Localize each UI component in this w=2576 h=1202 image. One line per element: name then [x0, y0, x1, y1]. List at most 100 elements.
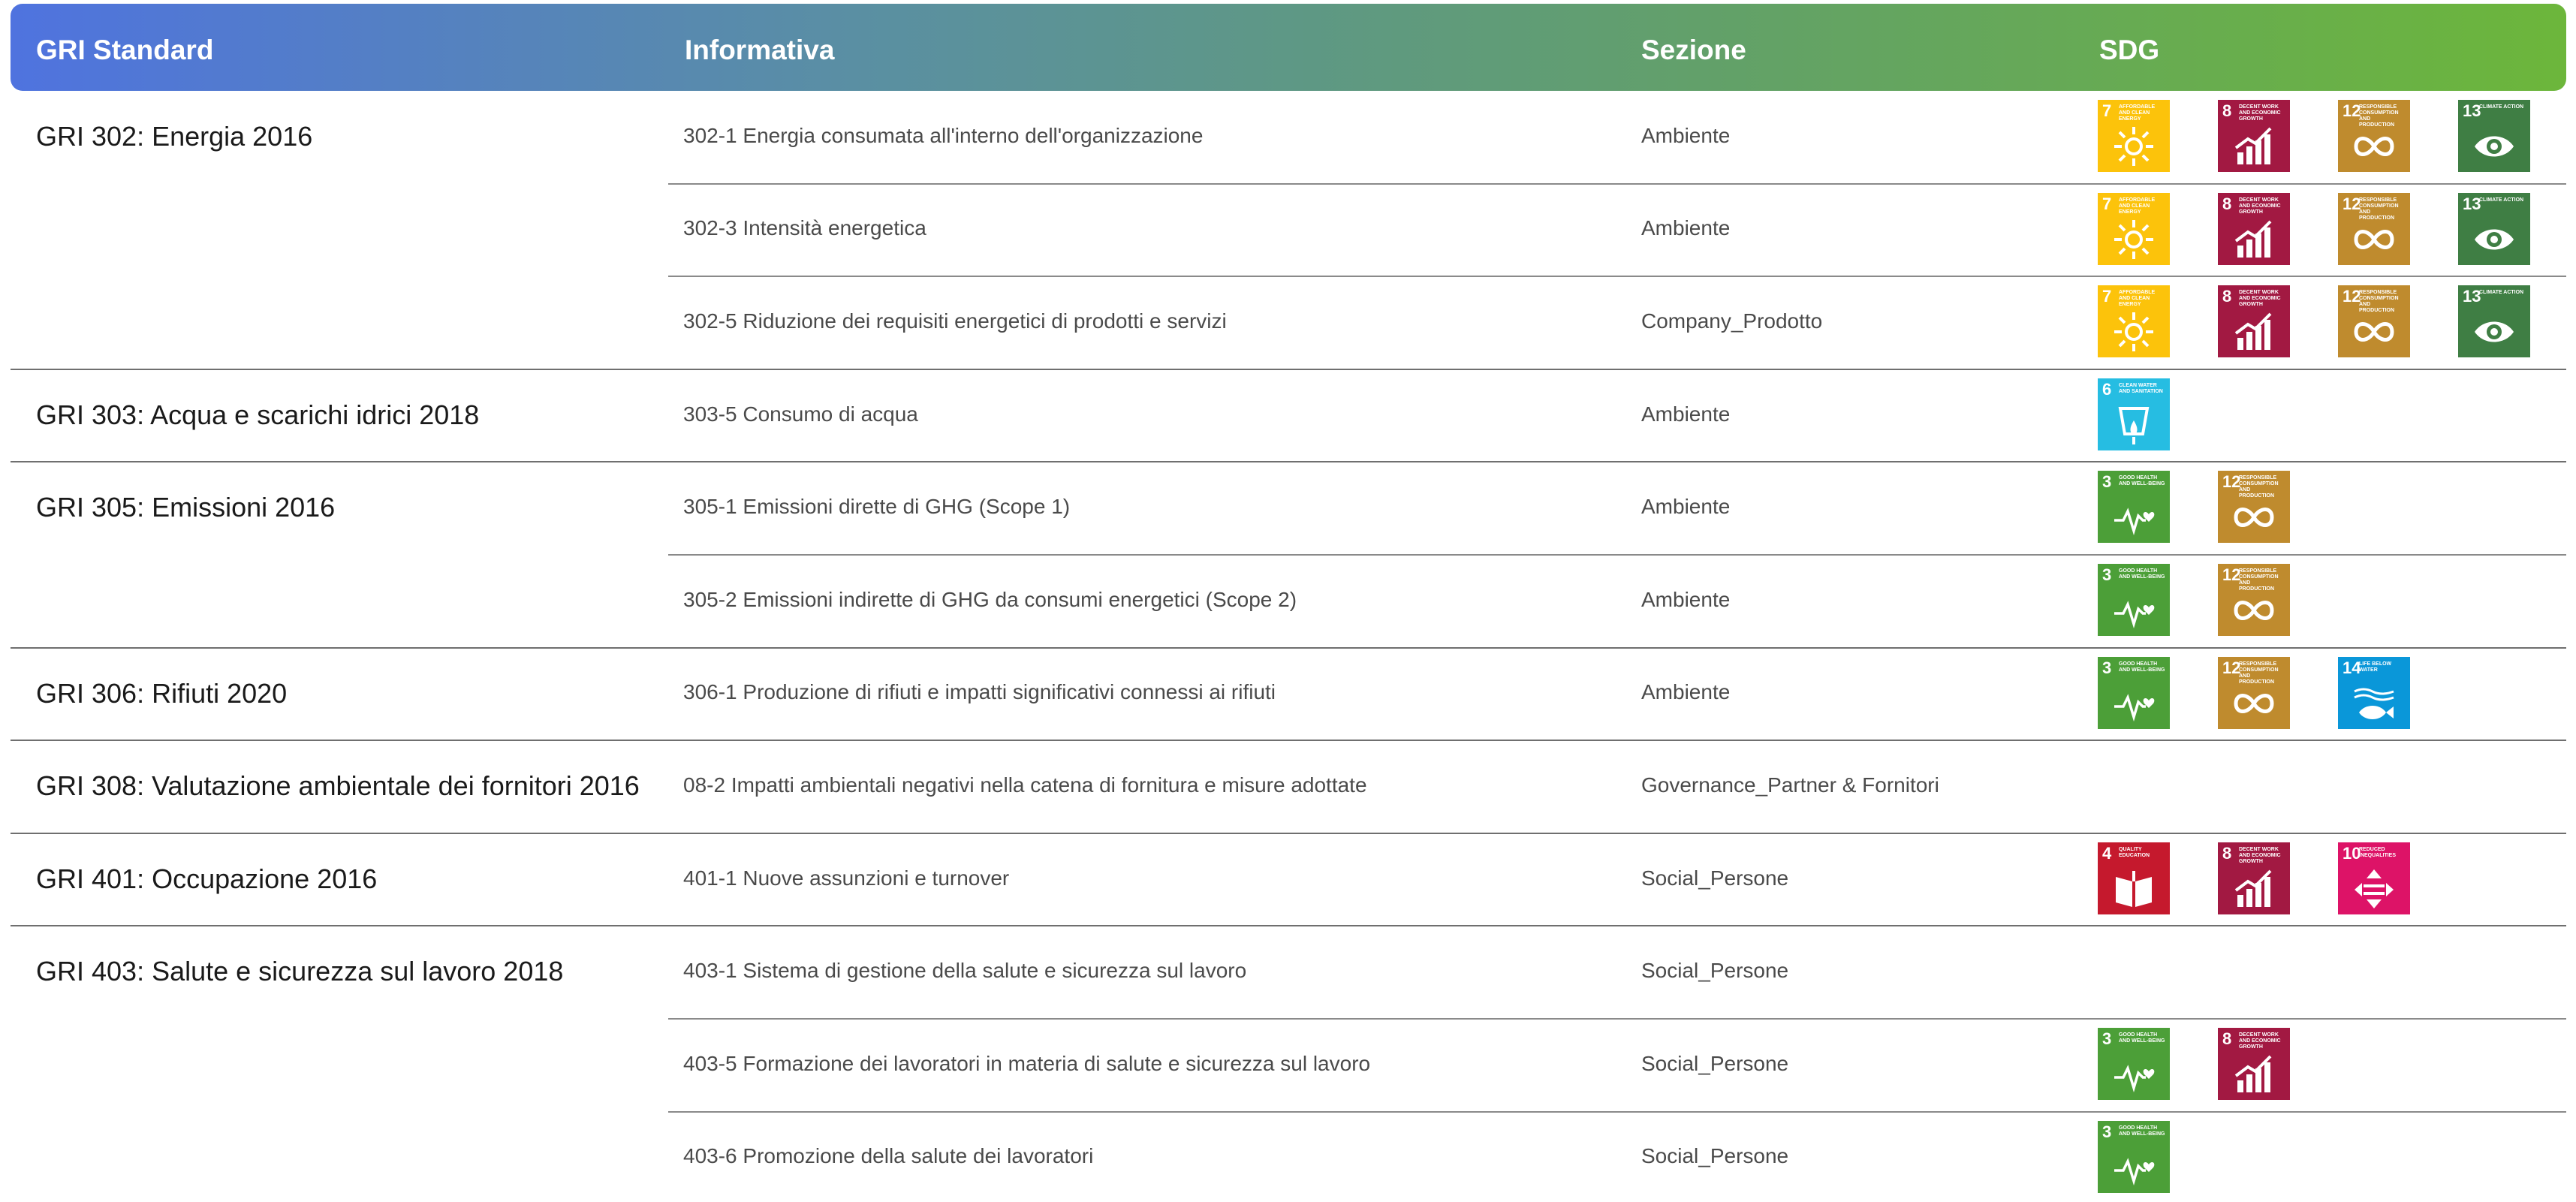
disclosure-cell: 302-1 Energia consumata all'interno dell…: [683, 123, 1204, 147]
row-divider: [668, 1018, 2566, 1020]
sdg-6-badge: 6 Clean water and sanitation: [2098, 378, 2170, 450]
row-divider: [668, 182, 2566, 185]
group-divider: [11, 461, 2566, 463]
group-divider: [11, 925, 2566, 927]
sdg-number: 7: [2102, 287, 2112, 306]
row-divider: [668, 276, 2566, 278]
sun-icon: [2114, 219, 2153, 259]
gri-standard-label: GRI 303: Acqua e scarichi idrici 2018: [36, 399, 480, 430]
disclosure-cell: 08-2 Impatti ambientali negativi nella c…: [683, 773, 1367, 797]
sdg-number: 4: [2102, 843, 2112, 863]
infinity-icon: [2234, 601, 2274, 620]
group-divider: [11, 646, 2566, 649]
section-cell: Ambiente: [1641, 495, 1731, 519]
sun-icon: [2114, 312, 2153, 352]
eye-globe-icon: [2475, 229, 2514, 250]
sdg-14-badge: 14 Life below water: [2338, 656, 2410, 729]
disclosure-cell: 305-2 Emissioni indirette di GHG da cons…: [683, 587, 1297, 611]
growth-chart-icon: [2234, 127, 2272, 164]
sdg-10-badge: 10 Reduced inequalities: [2338, 842, 2410, 914]
fish-icon: [2354, 688, 2394, 719]
sdg-caption: Climate action: [2479, 197, 2524, 203]
growth-chart-icon: [2234, 312, 2272, 351]
infinity-icon: [2354, 137, 2394, 156]
sdg-caption: Life below water: [2359, 661, 2392, 673]
book-icon: [2116, 870, 2152, 907]
sdg-number: 6: [2102, 379, 2112, 399]
sdg-caption: Climate action: [2479, 104, 2524, 110]
sdg-number: 8: [2222, 101, 2232, 120]
sun-icon: [2114, 127, 2153, 166]
sdg-caption: Decent work and economic growth: [2239, 290, 2281, 308]
disclosure-cell: 302-5 Riduzione dei requisiti energetici…: [683, 309, 1227, 333]
sdg-number: 13: [2463, 101, 2481, 120]
sdg-13-badge: 13 Climate action: [2458, 192, 2530, 265]
section-cell: Ambiente: [1641, 216, 1731, 240]
sdg-8-badge: 8 Decent work and economic growth: [2218, 842, 2290, 914]
sdg-caption: Affordable and clean energy: [2119, 290, 2156, 308]
sdg-caption: Climate action: [2479, 290, 2524, 296]
sdg-number: 12: [2343, 194, 2361, 213]
sdg-number: 8: [2222, 843, 2232, 863]
section-cell: Governance_Partner & Fornitori: [1641, 773, 1939, 797]
sdg-3-badge: 3 Good health and well-being: [2098, 656, 2170, 729]
section-cell: Ambiente: [1641, 123, 1731, 147]
sdg-number: 7: [2102, 194, 2112, 213]
section-cell: Ambiente: [1641, 587, 1731, 611]
eye-globe-icon: [2475, 136, 2514, 157]
sdg-7-badge: 7 Affordable and clean energy: [2098, 192, 2170, 265]
gri-standard-label: GRI 306: Rifiuti 2020: [36, 677, 288, 709]
sdg-number: 3: [2102, 1029, 2112, 1048]
section-cell: Ambiente: [1641, 402, 1731, 426]
sdg-number: 8: [2222, 287, 2232, 306]
sdg-caption: Decent work and economic growth: [2239, 1032, 2281, 1050]
sdg-caption: Decent work and economic growth: [2239, 197, 2281, 215]
sdg-caption: Decent work and economic growth: [2239, 846, 2281, 864]
infinity-icon: [2234, 508, 2274, 528]
infinity-icon: [2234, 693, 2274, 713]
growth-chart-icon: [2234, 869, 2272, 907]
header-sdg: SDG: [2099, 35, 2160, 65]
sdg-3-badge: 3 Good health and well-being: [2098, 471, 2170, 544]
sdg-number: 3: [2102, 658, 2112, 677]
sdg-caption: Reduced inequalities: [2359, 846, 2397, 858]
sdg-number: 8: [2222, 194, 2232, 213]
growth-chart-icon: [2234, 220, 2272, 258]
sdg-12-badge: 12 Responsible consumption and production: [2218, 564, 2290, 636]
gri-standard-label: GRI 403: Salute e sicurezza sul lavoro 2…: [36, 956, 564, 987]
section-cell: Social_Persone: [1641, 1144, 1789, 1168]
group-divider: [11, 368, 2566, 370]
sdg-number: 3: [2102, 1122, 2112, 1141]
header-informativa: Informativa: [685, 35, 835, 65]
sdg-13-badge: 13 Climate action: [2458, 100, 2530, 172]
sdg-caption: Clean water and sanitation: [2119, 382, 2163, 394]
sdg-4-badge: 4 Quality education: [2098, 842, 2170, 914]
sdg-number: 3: [2102, 565, 2112, 584]
sdg-12-badge: 12 Responsible consumption and production: [2338, 192, 2410, 265]
section-cell: Social_Persone: [1641, 866, 1789, 890]
disclosure-cell: 303-5 Consumo di acqua: [683, 402, 918, 426]
sdg-number: 12: [2222, 472, 2241, 492]
section-cell: Social_Persone: [1641, 1051, 1789, 1075]
sdg-12-badge: 12 Responsible consumption and production: [2218, 471, 2290, 544]
sdg-caption: Quality education: [2119, 846, 2150, 858]
section-cell: Social_Persone: [1641, 959, 1789, 983]
sdg-8-badge: 8 Decent work and economic growth: [2218, 285, 2290, 358]
gri-standard-label: GRI 302: Energia 2016: [36, 121, 313, 152]
sdg-3-badge: 3 Good health and well-being: [2098, 564, 2170, 636]
sdg-caption: Affordable and clean energy: [2119, 197, 2156, 215]
sdg-number: 10: [2343, 843, 2361, 863]
sdg-number: 12: [2343, 101, 2361, 120]
heartbeat-icon: [2114, 601, 2155, 629]
sdg-13-badge: 13 Climate action: [2458, 285, 2530, 358]
infinity-icon: [2354, 229, 2394, 249]
sdg-caption: Good health and well-being: [2119, 661, 2165, 673]
equality-icon: [2355, 869, 2394, 908]
sdg-8-badge: 8 Decent work and economic growth: [2218, 1028, 2290, 1100]
sdg-3-badge: 3 Good health and well-being: [2098, 1028, 2170, 1100]
sdg-caption: Good health and well-being: [2119, 1125, 2165, 1137]
sdg-number: 12: [2222, 658, 2241, 677]
disclosure-cell: 403-5 Formazione dei lavoratori in mater…: [683, 1051, 1371, 1075]
heartbeat-icon: [2114, 1157, 2155, 1185]
gri-standard-label: GRI 308: Valutazione ambientale dei forn…: [36, 770, 640, 802]
